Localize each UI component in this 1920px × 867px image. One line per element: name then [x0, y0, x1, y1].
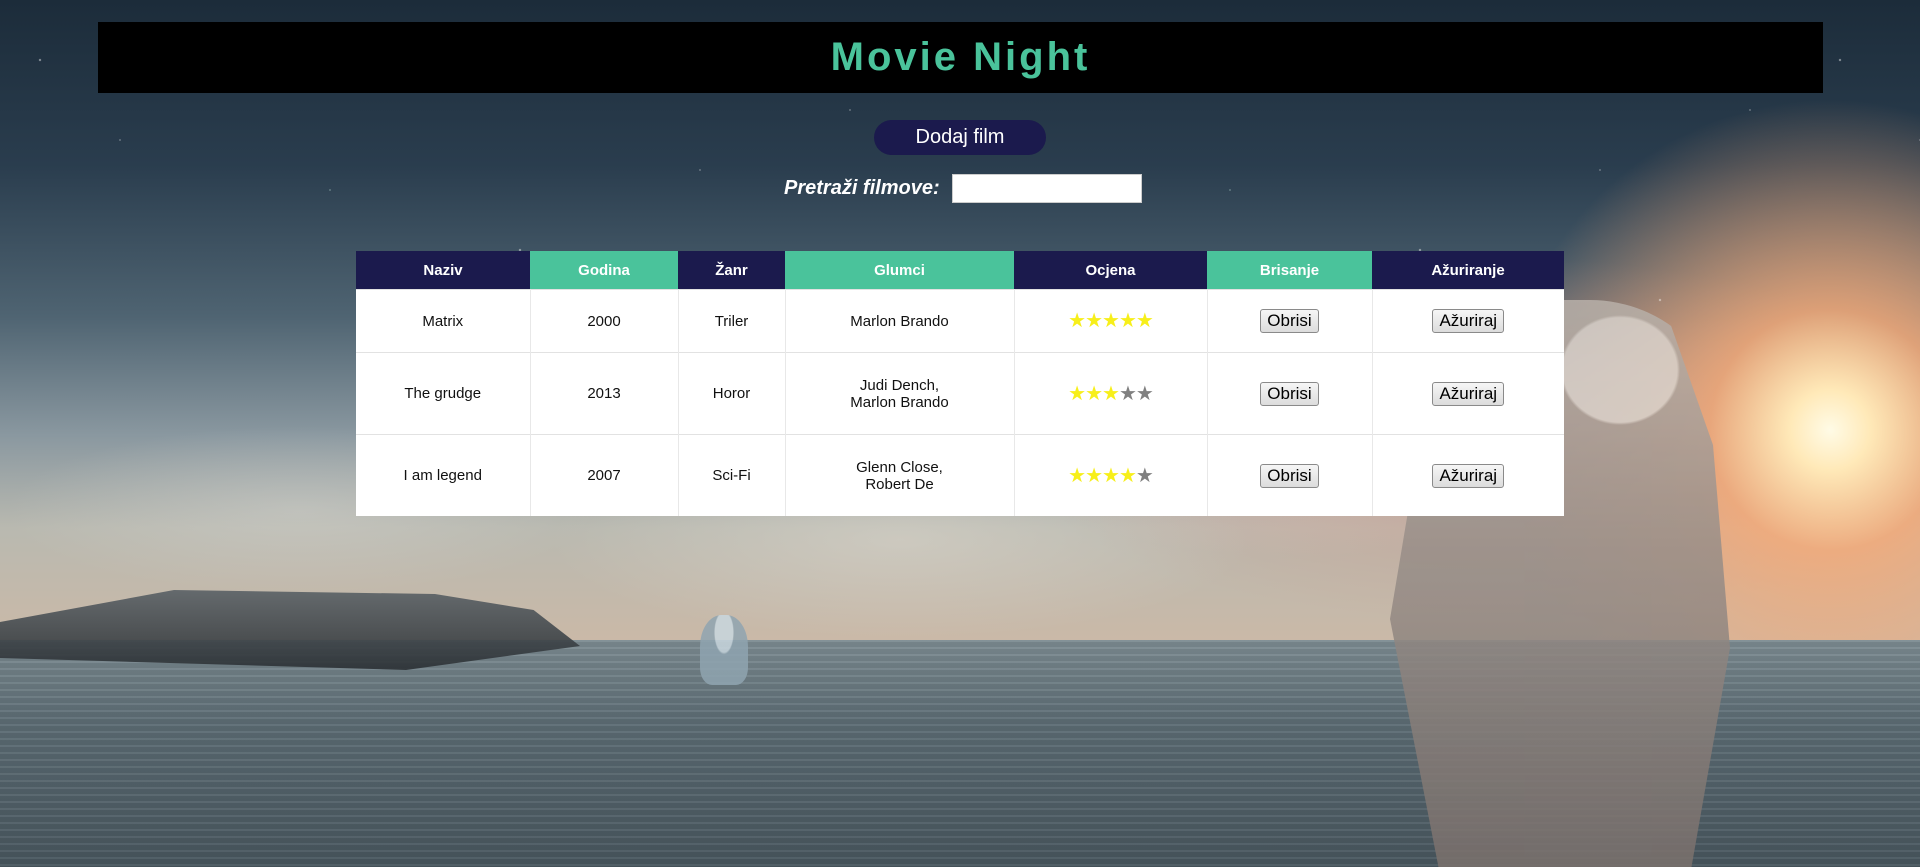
- actor-line-2: Robert De: [865, 475, 934, 493]
- actor-line-1: Judi Dench,: [859, 376, 940, 394]
- star-icon: ★: [1135, 464, 1154, 487]
- update-button[interactable]: Ažuriraj: [1432, 463, 1505, 488]
- actor-line-1: Marlon Brando: [850, 312, 949, 330]
- cell-brisanje: Obrisi: [1207, 289, 1373, 353]
- background-astronaut-small: [700, 615, 748, 685]
- star-icon: ★: [1102, 464, 1120, 487]
- cell-ocjena: ★★★★★: [1014, 352, 1208, 435]
- search-bar: Pretraži filmove:: [784, 173, 1142, 204]
- cell-godina: 2000: [530, 289, 679, 353]
- star-icon: ★: [1085, 310, 1103, 332]
- cell-naziv: The grudge: [356, 352, 531, 435]
- page-header: Movie Night: [98, 22, 1823, 93]
- cell-glumci: Glenn Close, Robert De: [785, 434, 1015, 516]
- column-header-naziv: Naziv: [356, 251, 530, 290]
- cell-brisanje: Obrisi: [1207, 352, 1373, 435]
- column-header-azuriranje: Ažuriranje: [1372, 251, 1564, 290]
- rating-stars: ★★★★★: [1068, 382, 1154, 405]
- star-icon: ★: [1085, 464, 1103, 487]
- cell-naziv: Matrix: [356, 289, 531, 353]
- column-header-glumci: Glumci: [785, 251, 1014, 290]
- search-input[interactable]: [951, 174, 1142, 203]
- cell-azuriranje: Ažuriraj: [1372, 434, 1564, 516]
- table-header-row: Naziv Godina Žanr Glumci Ocjena Brisanje…: [356, 251, 1564, 290]
- star-icon: ★: [1102, 382, 1120, 405]
- add-movie-button[interactable]: Dodaj film: [874, 120, 1046, 155]
- table-row: Matrix 2000 Triler Marlon Brando ★★★★★ O…: [356, 289, 1564, 353]
- delete-button[interactable]: Obrisi: [1260, 463, 1319, 488]
- cell-glumci: Judi Dench, Marlon Brando: [785, 352, 1015, 435]
- cell-ocjena: ★★★★★: [1014, 434, 1208, 516]
- rating-stars: ★★★★★: [1068, 464, 1154, 487]
- column-header-zanr: Žanr: [678, 251, 785, 290]
- cell-zanr: Horor: [678, 352, 786, 435]
- cell-ocjena: ★★★★★: [1014, 289, 1208, 353]
- page-title: Movie Night: [830, 35, 1091, 79]
- star-icon: ★: [1068, 464, 1086, 487]
- star-icon: ★: [1068, 310, 1086, 332]
- star-icon: ★: [1102, 310, 1120, 332]
- rating-stars: ★★★★★: [1068, 310, 1154, 332]
- search-label: Pretraži filmove:: [784, 177, 940, 199]
- delete-button[interactable]: Obrisi: [1260, 381, 1319, 406]
- cell-brisanje: Obrisi: [1207, 434, 1373, 516]
- update-button[interactable]: Ažuriraj: [1432, 381, 1505, 406]
- star-icon: ★: [1068, 382, 1086, 405]
- cell-glumci: Marlon Brando: [785, 289, 1015, 353]
- movies-table: Naziv Godina Žanr Glumci Ocjena Brisanje…: [356, 251, 1564, 516]
- table-row: I am legend 2007 Sci-Fi Glenn Close, Rob…: [356, 434, 1564, 516]
- star-icon: ★: [1118, 310, 1137, 332]
- star-icon: ★: [1118, 382, 1137, 405]
- delete-button[interactable]: Obrisi: [1260, 309, 1319, 333]
- star-icon: ★: [1135, 310, 1154, 332]
- actor-line-2: Marlon Brando: [850, 393, 949, 411]
- update-button[interactable]: Ažuriraj: [1432, 309, 1505, 333]
- cell-zanr: Sci-Fi: [678, 434, 786, 516]
- column-header-ocjena: Ocjena: [1014, 251, 1207, 290]
- cell-zanr: Triler: [678, 289, 786, 353]
- table-row: The grudge 2013 Horor Judi Dench, Marlon…: [356, 352, 1564, 435]
- column-header-brisanje: Brisanje: [1207, 251, 1372, 290]
- star-icon: ★: [1085, 382, 1103, 405]
- cell-azuriranje: Ažuriraj: [1372, 289, 1564, 353]
- column-header-godina: Godina: [530, 251, 678, 290]
- cell-godina: 2013: [530, 352, 679, 435]
- star-icon: ★: [1118, 464, 1137, 487]
- cell-azuriranje: Ažuriraj: [1372, 352, 1564, 435]
- actor-line-1: Glenn Close,: [856, 458, 943, 476]
- star-icon: ★: [1135, 382, 1154, 405]
- cell-godina: 2007: [530, 434, 679, 516]
- table-header: Naziv Godina Žanr Glumci Ocjena Brisanje…: [356, 251, 1564, 290]
- table-body: Matrix 2000 Triler Marlon Brando ★★★★★ O…: [356, 289, 1564, 516]
- cell-naziv: I am legend: [356, 434, 531, 516]
